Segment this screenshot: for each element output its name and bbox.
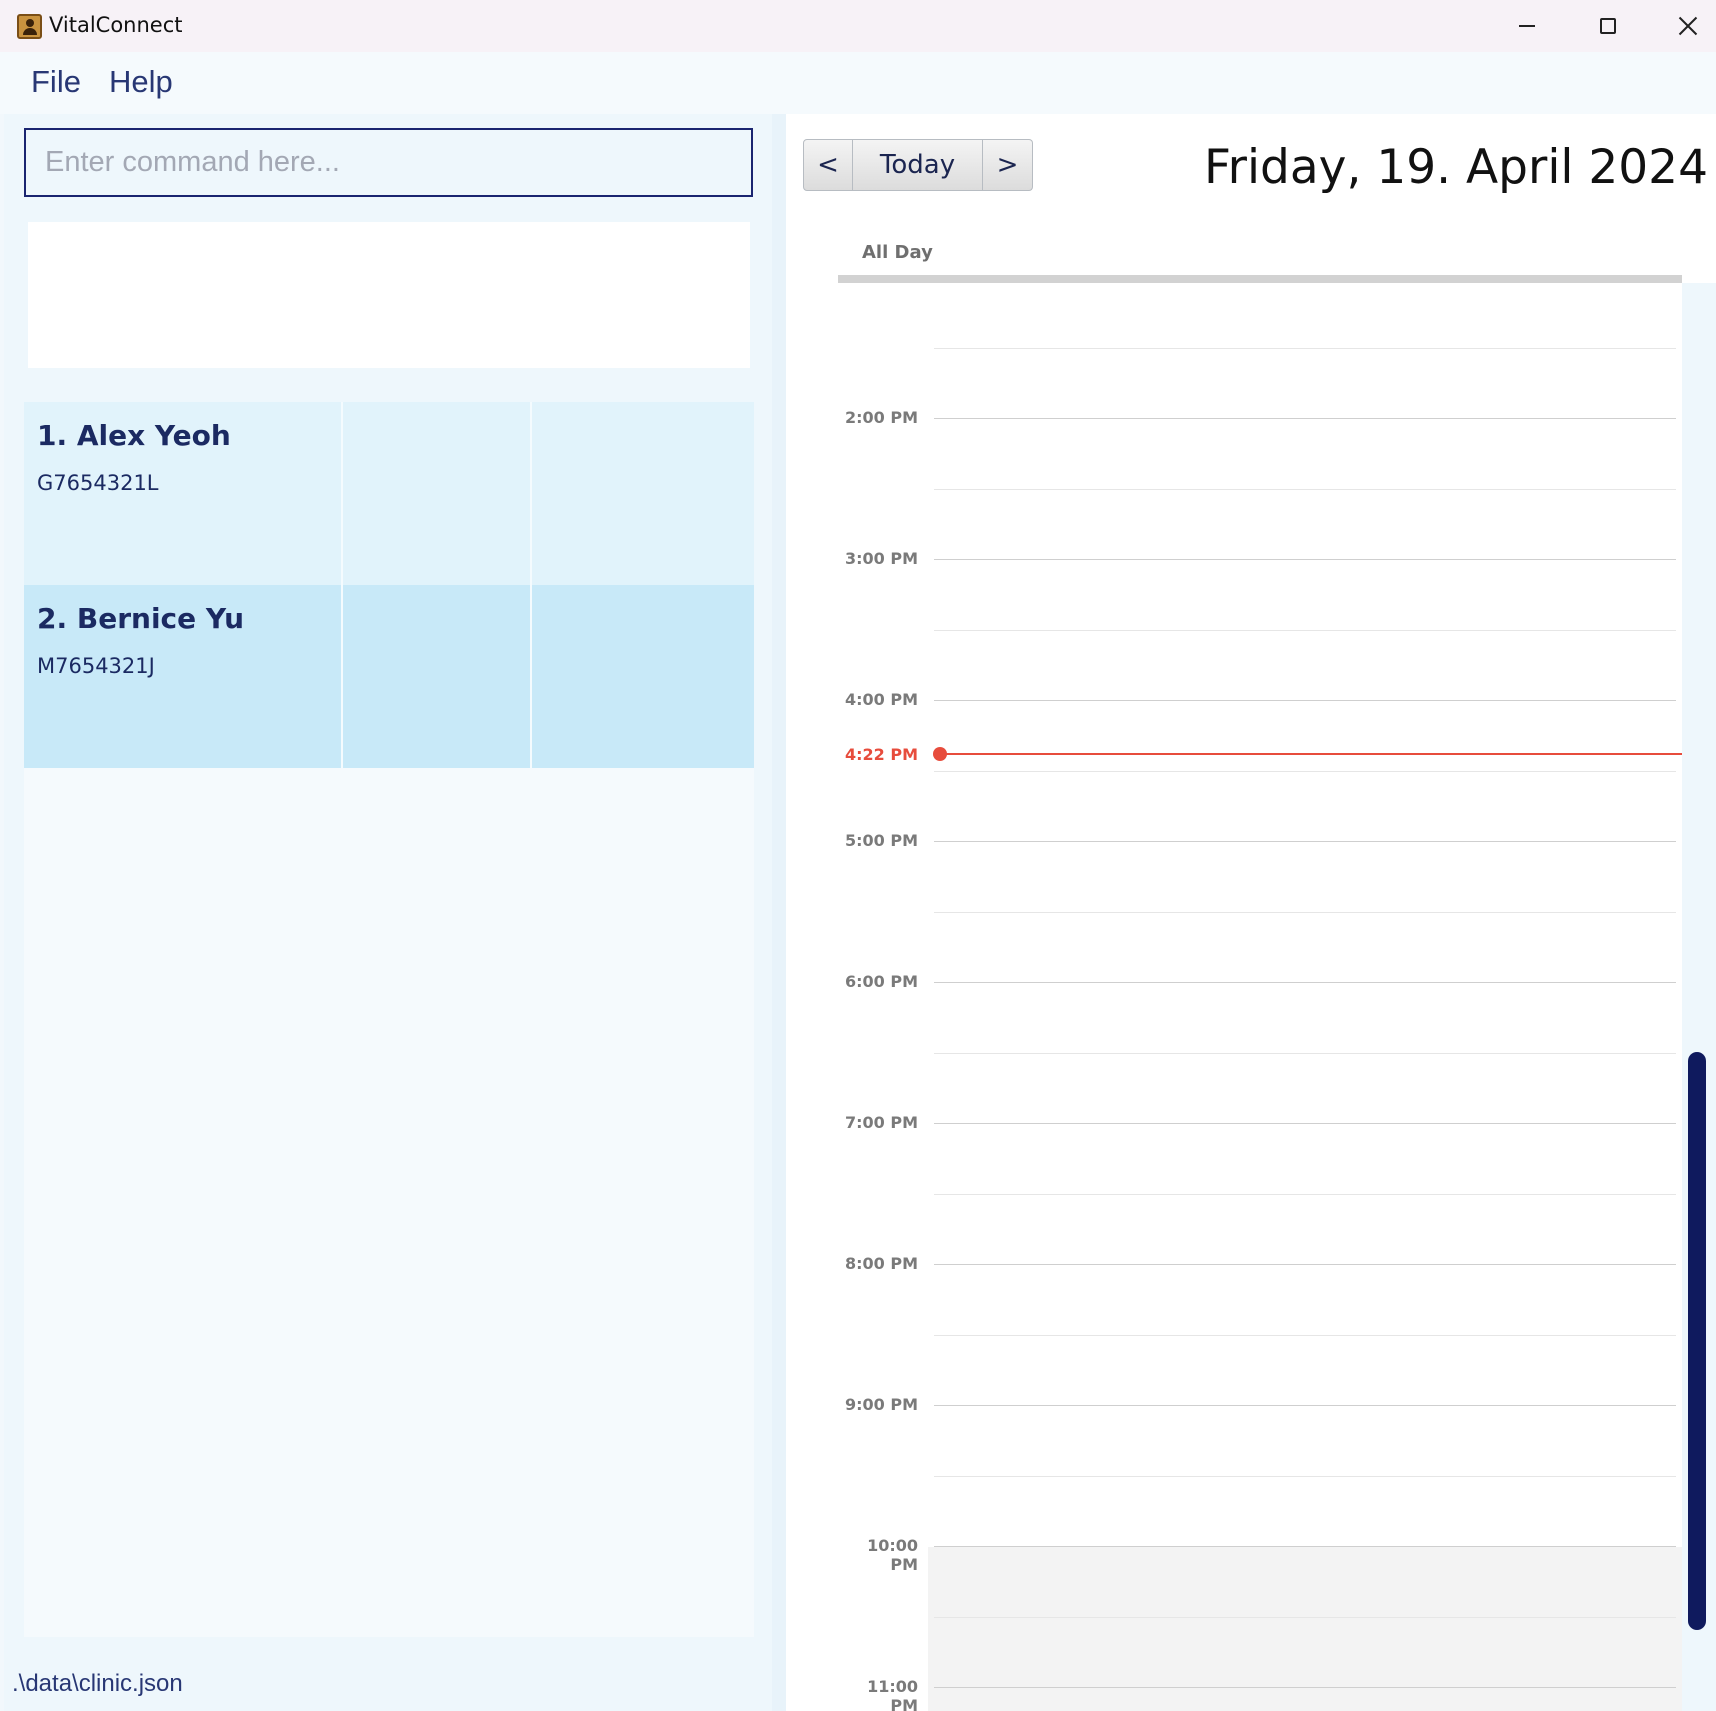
calendar-date: Friday, 19. April 2024 <box>1204 140 1708 195</box>
hour-label-9: 11:00 PM <box>867 1677 918 1711</box>
half-hour-line <box>934 770 1676 772</box>
panel-divider[interactable] <box>772 114 786 1711</box>
maximize-button[interactable] <box>1568 0 1648 52</box>
person-nric: G7654321L <box>37 471 159 495</box>
today-button[interactable]: Today <box>853 139 983 191</box>
calendar-nav: < Today > <box>803 139 1033 191</box>
result-display <box>28 222 750 368</box>
previous-day-button[interactable]: < <box>803 139 853 191</box>
address-book-icon <box>17 14 42 39</box>
column-divider <box>530 402 532 585</box>
hour-line <box>934 1687 1676 1688</box>
hour-line <box>934 1264 1676 1265</box>
person-card[interactable]: 2. Bernice Yu M7654321J <box>24 585 754 768</box>
half-hour-line <box>934 347 1676 349</box>
hour-line <box>934 1123 1676 1124</box>
current-time-line <box>938 753 1682 755</box>
half-hour-line <box>934 1475 1676 1477</box>
all-day-label: All Day <box>862 242 933 263</box>
current-time-dot <box>933 747 947 761</box>
hour-label-0: 2:00 PM <box>844 408 918 427</box>
day-timeline[interactable]: 2:00 PM 3:00 PM 4:00 PM 5:00 PM 6:00 PM … <box>838 283 1682 1711</box>
hour-line <box>934 700 1676 701</box>
half-hour-line <box>934 1052 1676 1054</box>
hour-label-5: 7:00 PM <box>844 1113 918 1132</box>
hour-line <box>934 982 1676 983</box>
close-button[interactable] <box>1648 0 1716 52</box>
hour-label-8: 10:00 PM <box>867 1536 918 1574</box>
hour-line <box>934 418 1676 419</box>
hour-line <box>934 841 1676 842</box>
all-day-row[interactable] <box>838 275 1682 283</box>
hour-label-3: 5:00 PM <box>844 831 918 850</box>
half-hour-line <box>934 1616 1676 1618</box>
column-divider <box>341 585 343 768</box>
calendar-scrollbar-thumb[interactable] <box>1688 1052 1706 1630</box>
hour-label-7: 9:00 PM <box>844 1395 918 1414</box>
menu-bar: File Help <box>0 52 1716 114</box>
half-hour-line <box>934 488 1676 490</box>
column-divider <box>530 585 532 768</box>
maximize-icon <box>1600 18 1616 34</box>
status-bar-file-path: .\data\clinic.json <box>12 1670 183 1697</box>
half-hour-line <box>934 1334 1676 1336</box>
half-hour-line <box>934 1193 1676 1195</box>
menu-file[interactable]: File <box>31 64 81 100</box>
command-box <box>24 128 753 197</box>
person-name: 2. Bernice Yu <box>37 602 245 635</box>
command-input[interactable] <box>26 130 751 195</box>
column-divider <box>341 402 343 585</box>
hour-label-4: 6:00 PM <box>844 972 918 991</box>
person-name: 1. Alex Yeoh <box>37 419 231 452</box>
hour-label-2: 4:00 PM <box>844 690 918 709</box>
hour-label-1: 3:00 PM <box>844 549 918 568</box>
title-bar: VitalConnect <box>0 0 1716 52</box>
half-hour-line <box>934 911 1676 913</box>
hour-label-6: 8:00 PM <box>844 1254 918 1273</box>
close-icon <box>1678 16 1698 36</box>
window-title: VitalConnect <box>49 13 183 37</box>
person-list[interactable]: 1. Alex Yeoh G7654321L 2. Bernice Yu M76… <box>24 402 754 1637</box>
hour-line <box>934 559 1676 560</box>
current-time-label: 4:22 PM <box>844 745 918 764</box>
minimize-icon <box>1519 25 1535 27</box>
half-hour-line <box>934 629 1676 631</box>
menu-help[interactable]: Help <box>109 64 173 100</box>
person-card[interactable]: 1. Alex Yeoh G7654321L <box>24 402 754 585</box>
person-nric: M7654321J <box>37 654 155 678</box>
hour-line <box>934 1405 1676 1406</box>
next-day-button[interactable]: > <box>983 139 1033 191</box>
hour-line <box>934 1546 1676 1547</box>
minimize-button[interactable] <box>1487 0 1567 52</box>
